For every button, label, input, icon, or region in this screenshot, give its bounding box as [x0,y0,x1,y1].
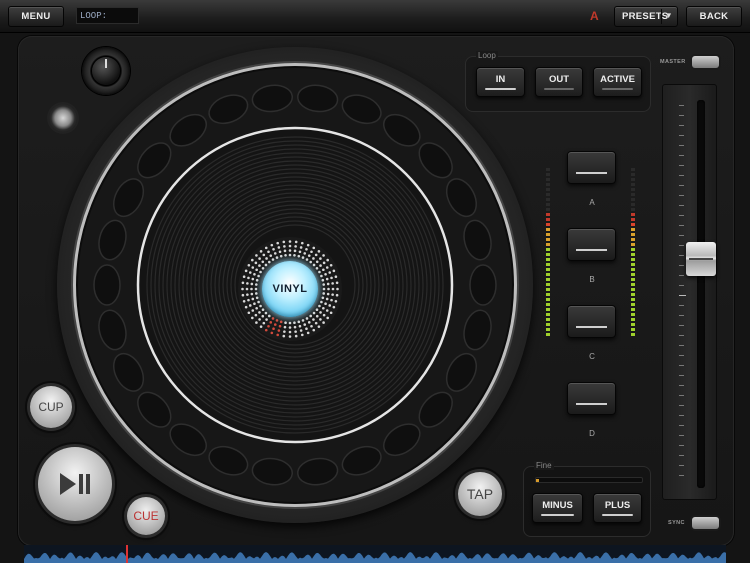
loop-title: Loop [476,51,498,60]
loop-active-button[interactable]: ACTIVE [593,67,642,97]
hotcue-label-c: C [589,352,595,361]
sync-button[interactable] [692,517,719,529]
fine-pitch-indicator [535,477,643,483]
master-button[interactable] [692,56,719,68]
hotcue-label-a: A [589,198,595,207]
hotcue-pad-b[interactable] [567,228,616,261]
loop-out-label: OUT [548,74,570,85]
presets-button[interactable]: PRESETS ▼ [614,6,678,27]
hotcue-label-b: B [589,275,595,284]
loop-out-button[interactable]: OUT [535,67,583,97]
loop-active-label: ACTIVE [600,74,635,85]
fader-housing [662,84,717,500]
back-button[interactable]: BACK [686,6,742,27]
loop-in-button[interactable]: IN [476,67,525,97]
fine-plus-label: PLUS [604,500,631,511]
menu-button[interactable]: MENU [8,6,64,27]
fader-slot [697,100,705,488]
top-toolbar: MENU LOOP: A PRESETS ▼ BACK [0,0,750,33]
vu-meter-right [631,168,635,338]
hotcue-label-d: D [589,429,595,438]
cue-button[interactable]: CUE [127,497,165,535]
fine-minus-label: MINUS [542,500,573,511]
hotcue-pad-d[interactable] [567,382,616,415]
tap-button[interactable]: TAP [458,472,502,516]
vu-meter-left [546,168,550,338]
pitch-fader-handle[interactable] [686,242,716,276]
fine-plus-button[interactable]: PLUS [593,493,642,523]
chevron-down-icon: ▼ [664,11,673,20]
loop-display: LOOP: [76,7,139,24]
fader-scale [679,105,686,485]
master-label: MASTER [660,59,686,65]
fine-minus-button[interactable]: MINUS [532,493,583,523]
play-pause-button[interactable] [38,447,112,521]
loop-in-label: IN [495,74,506,85]
hotcue-pad-a[interactable] [567,151,616,184]
fine-title: Fine [534,461,554,470]
sync-label: SYNC [668,520,685,526]
deck-indicator: A [590,9,599,23]
presets-label: PRESETS [622,11,669,22]
waveform-overview[interactable] [24,545,726,563]
vinyl-button[interactable]: VINYL [262,261,318,317]
hotcue-pad-c[interactable] [567,305,616,338]
cup-button[interactable]: CUP [30,386,72,428]
playhead [126,545,128,563]
play-pause-icon [60,473,90,495]
